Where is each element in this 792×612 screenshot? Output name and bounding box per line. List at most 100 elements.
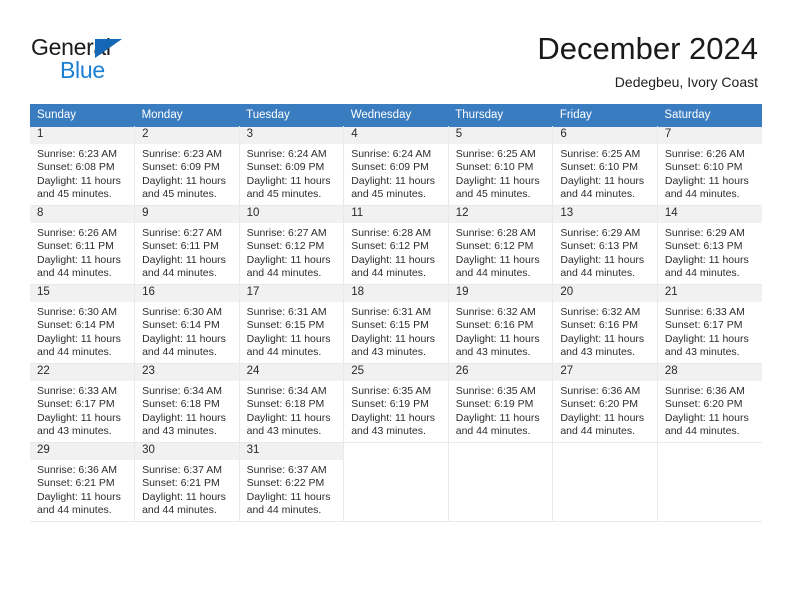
calendar-header-row: Sunday Monday Tuesday Wednesday Thursday… xyxy=(30,104,762,127)
day-daylight-2-text: and 45 minutes. xyxy=(142,188,217,201)
weekday-header-friday: Friday xyxy=(552,104,658,127)
calendar-day-cell[interactable]: 16 Sunrise: 6:30 AM Sunset: 6:14 PM Dayligh… xyxy=(134,284,240,364)
calendar-day-cell[interactable]: 25 Sunrise: 6:35 AM Sunset: 6:19 PM Dayligh… xyxy=(343,363,449,443)
day-details: Sunrise: 6:23 AM Sunset: 6:09 PM Daylight:… xyxy=(135,144,239,202)
day-daylight-1-text: Daylight: 11 hours xyxy=(351,253,436,266)
day-sunrise-text: Sunrise: 6:32 AM xyxy=(455,306,536,318)
day-sunset-text: Sunset: 6:21 PM xyxy=(37,477,115,490)
day-sunrise-text: Sunrise: 6:29 AM xyxy=(664,227,745,239)
calendar-week-row: 1 Sunrise: 6:23 AM Sunset: 6:08 PM Daylight… xyxy=(30,126,762,206)
calendar-day-cell[interactable]: 15 Sunrise: 6:30 AM Sunset: 6:14 PM Dayligh… xyxy=(30,284,136,364)
calendar-day-cell[interactable]: 27 Sunrise: 6:36 AM Sunset: 6:20 PM Dayligh… xyxy=(552,363,658,443)
day-details: Sunrise: 6:37 AM Sunset: 6:22 PM Daylight:… xyxy=(240,460,344,518)
calendar-day-cell[interactable]: 18 Sunrise: 6:31 AM Sunset: 6:15 PM Dayligh… xyxy=(343,284,449,364)
day-number: 6 xyxy=(553,127,657,144)
day-daylight-1-text: Daylight: 11 hours xyxy=(37,332,121,345)
calendar-day-cell-empty xyxy=(657,442,762,522)
day-sunset-text: Sunset: 6:11 PM xyxy=(142,240,219,253)
day-sunrise-text: Sunrise: 6:30 AM xyxy=(37,306,117,318)
calendar-day-cell[interactable]: 23 Sunrise: 6:34 AM Sunset: 6:18 PM Dayligh… xyxy=(134,363,240,443)
day-details xyxy=(658,460,762,464)
day-sunset-text: Sunset: 6:10 PM xyxy=(560,161,638,174)
calendar-day-cell[interactable]: 12 Sunrise: 6:28 AM Sunset: 6:12 PM Dayligh… xyxy=(448,205,554,285)
calendar-page: General Blue December 2024 Dedegbeu, Ivo… xyxy=(0,0,792,612)
day-sunset-text: Sunset: 6:09 PM xyxy=(351,161,429,174)
day-number: 4 xyxy=(344,127,448,144)
day-daylight-2-text: and 45 minutes. xyxy=(351,188,426,201)
day-daylight-1-text: Daylight: 11 hours xyxy=(37,174,121,187)
calendar-day-cell[interactable]: 6 Sunrise: 6:25 AM Sunset: 6:10 PM Daylight… xyxy=(552,126,658,206)
day-sunrise-text: Sunrise: 6:34 AM xyxy=(142,385,223,397)
day-sunset-text: Sunset: 6:13 PM xyxy=(560,240,638,253)
day-sunset-text: Sunset: 6:18 PM xyxy=(246,398,325,411)
calendar-day-cell[interactable]: 8 Sunrise: 6:26 AM Sunset: 6:11 PM Daylight… xyxy=(30,205,136,285)
day-sunrise-text: Sunrise: 6:31 AM xyxy=(351,306,432,318)
day-sunset-text: Sunset: 6:15 PM xyxy=(246,319,325,332)
day-details: Sunrise: 6:36 AM Sunset: 6:21 PM Daylight:… xyxy=(30,460,134,518)
calendar-day-cell[interactable]: 24 Sunrise: 6:34 AM Sunset: 6:18 PM Dayligh… xyxy=(239,363,345,443)
day-number xyxy=(344,443,448,460)
day-sunset-text: Sunset: 6:22 PM xyxy=(246,477,325,490)
day-daylight-1-text: Daylight: 11 hours xyxy=(246,332,331,345)
day-sunset-text: Sunset: 6:12 PM xyxy=(455,240,534,253)
weekday-header-sunday: Sunday xyxy=(30,104,135,127)
logo-text-blue: Blue xyxy=(60,57,105,83)
calendar-day-cell[interactable]: 22 Sunrise: 6:33 AM Sunset: 6:17 PM Dayligh… xyxy=(30,363,136,443)
day-sunset-text: Sunset: 6:13 PM xyxy=(664,240,743,253)
calendar-day-cell[interactable]: 11 Sunrise: 6:28 AM Sunset: 6:12 PM Dayligh… xyxy=(343,205,449,285)
day-details: Sunrise: 6:26 AM Sunset: 6:11 PM Daylight:… xyxy=(30,223,134,281)
day-details xyxy=(449,460,553,464)
calendar-day-cell[interactable]: 28 Sunrise: 6:36 AM Sunset: 6:20 PM Dayligh… xyxy=(657,363,762,443)
day-details: Sunrise: 6:36 AM Sunset: 6:20 PM Daylight:… xyxy=(658,381,762,439)
day-number: 9 xyxy=(135,206,239,223)
day-sunrise-text: Sunrise: 6:23 AM xyxy=(142,148,223,160)
day-sunset-text: Sunset: 6:17 PM xyxy=(664,319,743,332)
calendar-day-cell[interactable]: 21 Sunrise: 6:33 AM Sunset: 6:17 PM Dayligh… xyxy=(657,284,762,364)
calendar-day-cell[interactable]: 31 Sunrise: 6:37 AM Sunset: 6:22 PM Dayligh… xyxy=(239,442,345,522)
day-sunset-text: Sunset: 6:14 PM xyxy=(37,319,115,332)
calendar-day-cell[interactable]: 14 Sunrise: 6:29 AM Sunset: 6:13 PM Dayligh… xyxy=(657,205,762,285)
weekday-header-tuesday: Tuesday xyxy=(239,104,344,127)
calendar-day-cell[interactable]: 7 Sunrise: 6:26 AM Sunset: 6:10 PM Daylight… xyxy=(657,126,762,206)
day-number: 24 xyxy=(239,364,344,381)
calendar-day-cell[interactable]: 29 Sunrise: 6:36 AM Sunset: 6:21 PM Dayligh… xyxy=(30,442,136,522)
calendar-day-cell[interactable]: 10 Sunrise: 6:27 AM Sunset: 6:12 PM Dayligh… xyxy=(239,205,345,285)
calendar-day-cell[interactable]: 26 Sunrise: 6:35 AM Sunset: 6:19 PM Dayligh… xyxy=(448,363,554,443)
day-number: 11 xyxy=(344,206,448,223)
day-sunset-text: Sunset: 6:14 PM xyxy=(142,319,220,332)
logo-triangle-icon xyxy=(95,39,122,58)
calendar-day-cell[interactable]: 1 Sunrise: 6:23 AM Sunset: 6:08 PM Daylight… xyxy=(30,126,136,206)
calendar-day-cell[interactable]: 9 Sunrise: 6:27 AM Sunset: 6:11 PM Daylight… xyxy=(134,205,240,285)
calendar-day-cell[interactable]: 2 Sunrise: 6:23 AM Sunset: 6:09 PM Daylight… xyxy=(134,126,240,206)
day-daylight-2-text: and 44 minutes. xyxy=(246,346,322,359)
calendar-day-cell[interactable]: 5 Sunrise: 6:25 AM Sunset: 6:10 PM Daylight… xyxy=(448,126,554,206)
calendar-day-cell[interactable]: 17 Sunrise: 6:31 AM Sunset: 6:15 PM Dayligh… xyxy=(239,284,345,364)
day-sunrise-text: Sunrise: 6:33 AM xyxy=(37,385,117,397)
day-daylight-1-text: Daylight: 11 hours xyxy=(142,411,226,424)
day-sunset-text: Sunset: 6:10 PM xyxy=(455,161,534,174)
calendar-day-cell[interactable]: 20 Sunrise: 6:32 AM Sunset: 6:16 PM Dayligh… xyxy=(552,284,658,364)
day-daylight-2-text: and 43 minutes. xyxy=(560,346,636,359)
day-sunset-text: Sunset: 6:12 PM xyxy=(351,240,429,253)
day-daylight-2-text: and 44 minutes. xyxy=(455,425,531,438)
day-number: 2 xyxy=(135,127,239,144)
calendar-day-cell[interactable]: 3 Sunrise: 6:24 AM Sunset: 6:09 PM Daylight… xyxy=(239,126,345,206)
day-number: 31 xyxy=(239,443,344,460)
calendar-week-row: 15 Sunrise: 6:30 AM Sunset: 6:14 PM Dayligh… xyxy=(30,284,762,364)
day-sunrise-text: Sunrise: 6:32 AM xyxy=(560,306,641,318)
day-daylight-1-text: Daylight: 11 hours xyxy=(455,253,540,266)
day-number: 16 xyxy=(135,285,239,302)
calendar-day-cell[interactable]: 13 Sunrise: 6:29 AM Sunset: 6:13 PM Dayligh… xyxy=(552,205,658,285)
calendar-day-cell[interactable]: 30 Sunrise: 6:37 AM Sunset: 6:21 PM Dayligh… xyxy=(134,442,240,522)
day-daylight-2-text: and 43 minutes. xyxy=(246,425,322,438)
day-daylight-2-text: and 45 minutes. xyxy=(246,188,322,201)
day-details: Sunrise: 6:31 AM Sunset: 6:15 PM Daylight:… xyxy=(240,302,344,360)
calendar-day-cell[interactable]: 19 Sunrise: 6:32 AM Sunset: 6:16 PM Dayligh… xyxy=(448,284,554,364)
calendar-day-cell[interactable]: 4 Sunrise: 6:24 AM Sunset: 6:09 PM Daylight… xyxy=(343,126,449,206)
day-details: Sunrise: 6:25 AM Sunset: 6:10 PM Daylight:… xyxy=(449,144,553,202)
day-daylight-2-text: and 44 minutes. xyxy=(560,425,636,438)
day-number: 29 xyxy=(30,443,135,460)
day-daylight-1-text: Daylight: 11 hours xyxy=(142,332,226,345)
day-number: 22 xyxy=(30,364,135,381)
calendar-day-cell-empty xyxy=(552,442,658,522)
